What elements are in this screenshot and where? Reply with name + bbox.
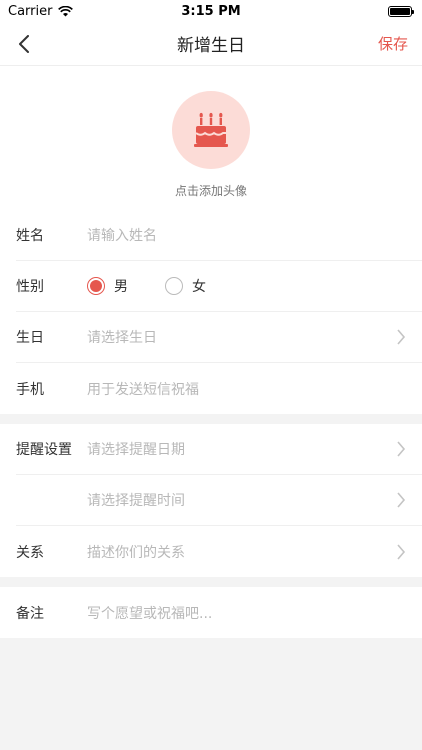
birthday-label: 生日 bbox=[16, 330, 44, 346]
radio-unchecked-icon bbox=[165, 277, 183, 295]
relation-row[interactable]: 关系 描述你们的关系 bbox=[16, 526, 422, 577]
reminder-time-picker[interactable]: 请选择提醒时间 bbox=[87, 490, 396, 510]
reminder-date-row[interactable]: 提醒设置 请选择提醒日期 bbox=[16, 424, 422, 475]
gender-option-male[interactable]: 男 bbox=[87, 276, 128, 296]
phone-input[interactable]: 用于发送短信祝福 bbox=[87, 379, 406, 399]
gender-row: 性别 男 女 bbox=[16, 261, 422, 312]
reminder-label: 提醒设置 bbox=[16, 442, 72, 458]
gender-option-label: 女 bbox=[192, 279, 206, 295]
relation-label: 关系 bbox=[16, 544, 44, 561]
back-button[interactable] bbox=[12, 32, 36, 56]
basic-info-group: 姓名 请输入姓名 性别 男 女 生日 请选择生日 手机 用于发送短信祝福 bbox=[0, 210, 422, 414]
page-title: 新增生日 bbox=[177, 36, 245, 56]
gender-radio-group: 男 女 bbox=[87, 276, 206, 296]
save-button[interactable]: 保存 bbox=[378, 33, 408, 54]
navigation-bar: 新增生日 保存 bbox=[0, 22, 422, 66]
name-row[interactable]: 姓名 请输入姓名 bbox=[16, 210, 422, 261]
status-bar: Carrier 3:15 PM bbox=[0, 0, 422, 22]
chevron-right-icon bbox=[397, 441, 406, 457]
avatar-hint: 点击添加头像 bbox=[174, 184, 247, 198]
reminder-group: 提醒设置 请选择提醒日期 请选择提醒时间 关系 描述你们的关系 bbox=[0, 424, 422, 577]
chevron-right-icon bbox=[397, 492, 406, 508]
notes-label: 备注 bbox=[16, 605, 44, 622]
notes-row[interactable]: 备注 写个愿望或祝福吧... bbox=[16, 587, 422, 638]
avatar-section: 点击添加头像 bbox=[0, 66, 422, 210]
birthday-picker[interactable]: 请选择生日 bbox=[87, 327, 396, 347]
chevron-right-icon bbox=[397, 329, 406, 345]
gender-option-label: 男 bbox=[114, 279, 128, 295]
gender-label: 性别 bbox=[16, 279, 44, 295]
reminder-time-row[interactable]: 请选择提醒时间 bbox=[16, 475, 422, 526]
gender-option-female[interactable]: 女 bbox=[165, 276, 206, 296]
status-time: 3:15 PM bbox=[181, 3, 241, 19]
notes-group: 备注 写个愿望或祝福吧... bbox=[0, 587, 422, 638]
phone-label: 手机 bbox=[16, 381, 44, 398]
name-label: 姓名 bbox=[16, 228, 44, 244]
notes-input[interactable]: 写个愿望或祝福吧... bbox=[87, 603, 406, 623]
phone-row[interactable]: 手机 用于发送短信祝福 bbox=[16, 363, 422, 414]
reminder-date-picker[interactable]: 请选择提醒日期 bbox=[87, 439, 396, 459]
birthday-row[interactable]: 生日 请选择生日 bbox=[16, 312, 422, 363]
name-input[interactable]: 请输入姓名 bbox=[87, 225, 406, 245]
battery-icon bbox=[388, 5, 414, 17]
chevron-right-icon bbox=[397, 543, 406, 560]
birthday-cake-icon bbox=[194, 112, 228, 147]
avatar-upload-button[interactable] bbox=[172, 91, 250, 169]
radio-checked-icon bbox=[87, 277, 105, 295]
relation-input[interactable]: 描述你们的关系 bbox=[87, 542, 396, 562]
chevron-left-icon bbox=[19, 34, 29, 53]
